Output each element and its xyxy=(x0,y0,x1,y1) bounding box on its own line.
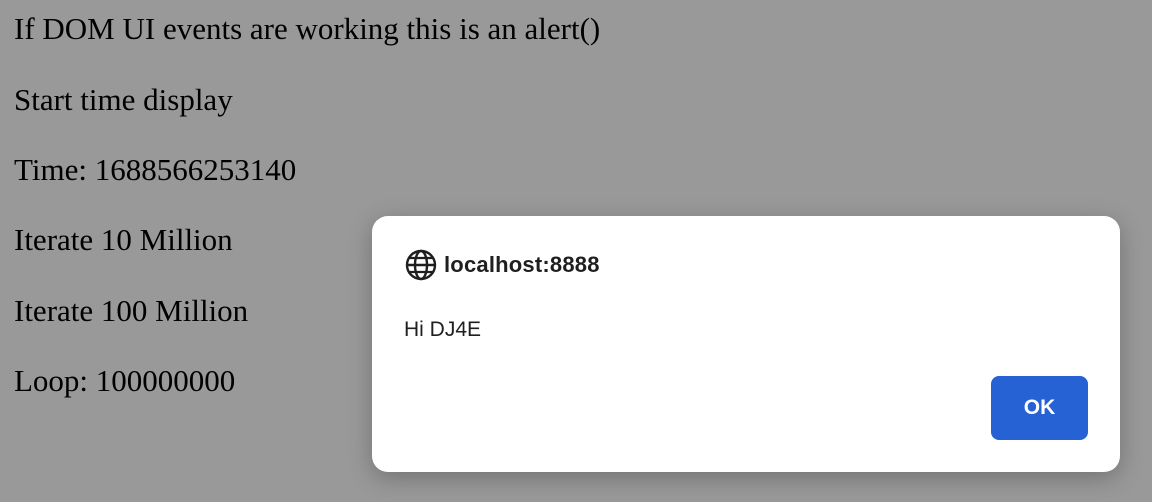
dialog-header: localhost:8888 xyxy=(404,248,600,282)
dialog-origin: localhost:8888 xyxy=(444,252,600,277)
globe-icon xyxy=(405,249,437,281)
dialog-message: Hi DJ4E xyxy=(404,318,482,341)
ok-button[interactable]: OK xyxy=(991,376,1088,440)
alert-dialog: localhost:8888 Hi DJ4E OK xyxy=(372,216,1120,472)
